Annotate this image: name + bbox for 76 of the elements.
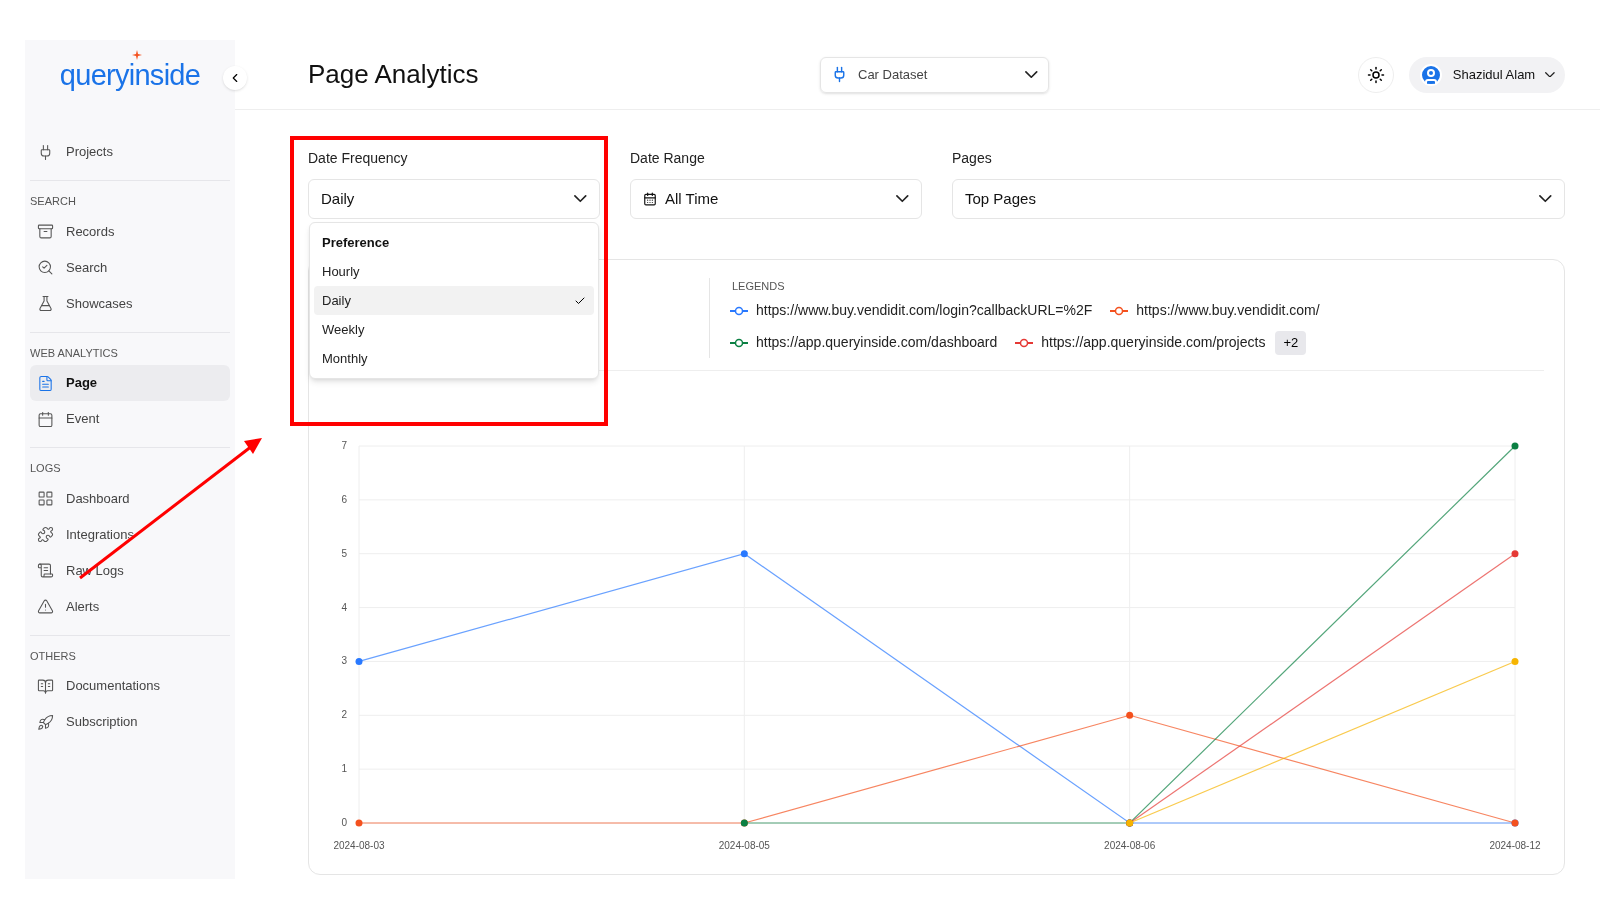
chevron-down-icon [1025, 70, 1038, 79]
search-icon [37, 259, 54, 276]
axis-label: 4 [341, 601, 347, 613]
sidebar-item[interactable]: Dashboard [30, 480, 230, 517]
axis-label: 1 [341, 763, 347, 775]
scroll-icon [37, 562, 54, 579]
chevron-down-icon [1545, 71, 1555, 78]
axis-label: 6 [341, 493, 347, 505]
data-point [355, 819, 363, 827]
sidebar-item[interactable]: Event [30, 401, 230, 437]
axis-label: 5 [341, 547, 347, 559]
chevron-down-icon [896, 195, 909, 203]
document-icon [37, 374, 54, 392]
axis-label: 2024-08-06 [1104, 840, 1156, 851]
filter-select[interactable]: Top Pages [952, 179, 1565, 219]
filter-label: Pages [952, 149, 993, 168]
filter-select[interactable]: Daily [308, 179, 600, 219]
section-heading: OTHERS [30, 648, 77, 664]
sidebar-item[interactable]: Showcases [30, 285, 230, 322]
sidebar-item[interactable]: Records [30, 213, 230, 250]
sidebar-item[interactable]: Documentations [30, 668, 230, 704]
data-point [1511, 657, 1519, 665]
menu-option[interactable]: Daily [314, 286, 594, 315]
user-avatar-icon [1418, 62, 1443, 87]
filter-label: Date Range [630, 149, 706, 168]
section-heading: LOGS [30, 461, 62, 476]
logo-text: queryinside [59, 59, 201, 92]
puzzle-icon [37, 526, 54, 543]
archive-icon [37, 223, 54, 240]
chevron-down-icon [1539, 195, 1552, 203]
axis-label: 0 [341, 817, 347, 828]
section-heading: WEB ANALYTICS [30, 345, 119, 361]
data-point [740, 550, 748, 558]
sidebar-item[interactable]: Page [30, 365, 230, 401]
chevron-down-icon [574, 195, 587, 203]
data-point [355, 657, 363, 665]
sparkle-icon [131, 50, 142, 61]
axis-label: 2024-08-05 [718, 840, 770, 851]
calendar-icon [37, 410, 54, 428]
data-point [1126, 711, 1134, 719]
legend-label: https://www.buy.vendidit.com/login?callbackURL=%2F [756, 301, 1093, 320]
menu-option[interactable]: Monthly [314, 344, 594, 373]
sidebar-item[interactable]: Projects [30, 134, 230, 170]
menu-option[interactable]: Weekly [314, 315, 594, 344]
legend-label: https://app.queryinside.com/projects [1041, 333, 1266, 352]
collapse-button[interactable] [223, 66, 247, 90]
sidebar-item[interactable]: Alerts [30, 588, 230, 625]
calendar-icon [643, 192, 657, 206]
data-point [1511, 442, 1519, 450]
rocket-icon [37, 713, 54, 731]
axis-label: 7 [341, 440, 347, 451]
legend-label: https://www.buy.vendidit.com/ [1136, 301, 1320, 320]
data-point [1511, 550, 1519, 558]
warning-icon [37, 598, 54, 615]
menu-heading: Preference [321, 233, 391, 252]
sidebar-item[interactable]: Subscription [30, 704, 230, 740]
sun-icon [1366, 65, 1385, 84]
sidebar-item[interactable]: Search [30, 249, 230, 286]
legend-title: LEGENDS [732, 279, 786, 294]
axis-label: 2024-08-03 [333, 840, 385, 851]
sidebar-item[interactable]: Integrations [30, 516, 230, 553]
grid-icon [37, 490, 54, 507]
axis-label: 2024-08-12 [1489, 840, 1541, 851]
user-menu-button[interactable]: Shazidul Alam [1408, 56, 1565, 93]
legend-label: https://app.queryinside.com/dashboard [756, 333, 998, 352]
page-title: Page Analytics [308, 58, 480, 91]
book-icon [37, 677, 54, 695]
axis-label: 3 [341, 655, 347, 667]
menu-option[interactable]: Hourly [314, 257, 594, 286]
section-heading: SEARCH [30, 194, 77, 209]
flask-icon [37, 295, 54, 312]
axis-label: 2 [341, 709, 347, 721]
filter-label: Date Frequency [308, 149, 409, 168]
more-count-badge: +2 [1275, 330, 1307, 355]
filter-select[interactable]: All Time [630, 179, 922, 219]
dataset-select[interactable]: Car Dataset [820, 56, 1049, 93]
